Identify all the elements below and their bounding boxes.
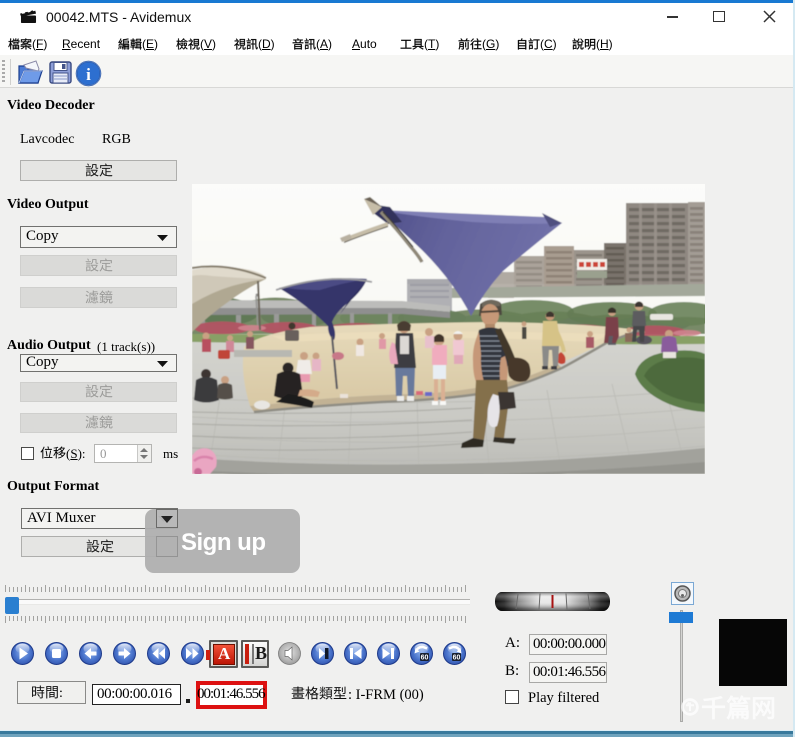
svg-text:60: 60 [452,655,460,662]
svg-text:i: i [86,65,91,84]
svg-text:60: 60 [420,655,428,662]
